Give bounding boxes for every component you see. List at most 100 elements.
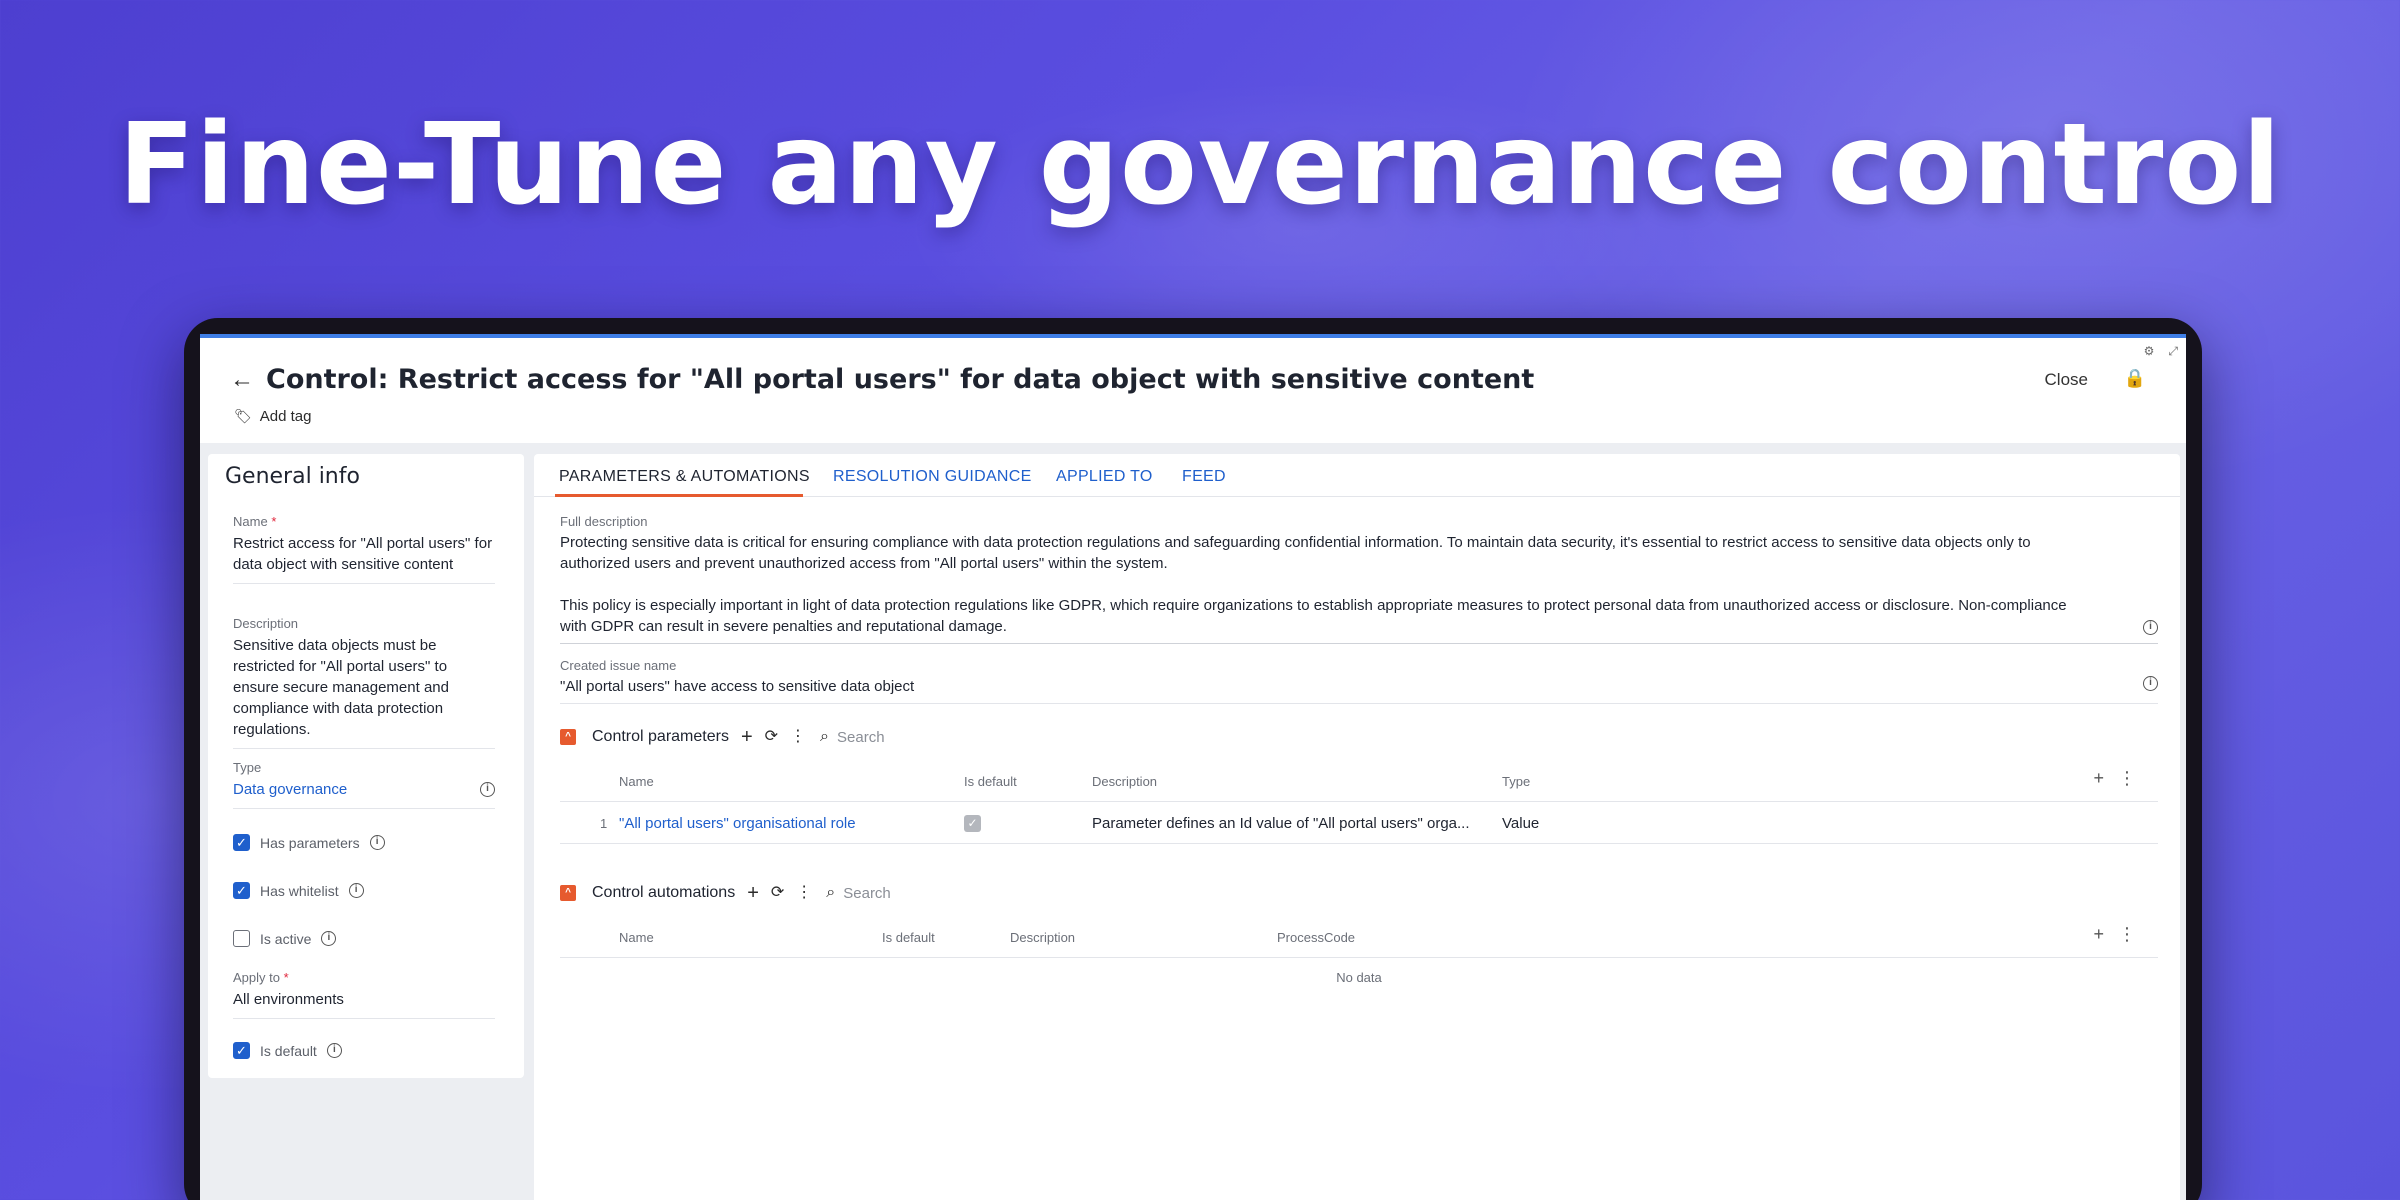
- is-active-checkbox[interactable]: [233, 930, 250, 947]
- close-button[interactable]: Close: [2045, 370, 2088, 390]
- table-header: Name Is default Description ProcessCode …: [560, 916, 2158, 958]
- type-label: Type: [233, 760, 262, 775]
- add-column-icon[interactable]: +: [2093, 768, 2104, 789]
- add-tag-label: Add tag: [259, 408, 312, 425]
- more-vertical-icon[interactable]: ⋮: [2118, 924, 2136, 945]
- parameter-name-link[interactable]: "All portal users" organisational role: [619, 815, 856, 832]
- is-default-checkbox[interactable]: ✓: [233, 1042, 250, 1059]
- column-header-process-code[interactable]: ProcessCode: [1277, 930, 1355, 945]
- full-description-paragraph-1: Protecting sensitive data is critical fo…: [560, 534, 2031, 572]
- parameters-search[interactable]: ⌕ Search: [820, 728, 885, 746]
- plus-icon[interactable]: +: [747, 883, 759, 903]
- type-field[interactable]: Type Data governance i: [233, 760, 495, 809]
- info-icon[interactable]: i: [2143, 676, 2158, 691]
- apply-to-field[interactable]: Apply to * All environments: [233, 970, 495, 1019]
- info-icon[interactable]: i: [369, 835, 385, 850]
- is-default-label: Is default: [260, 1042, 317, 1059]
- created-issue-field[interactable]: Created issue name "All portal users" ha…: [560, 658, 2158, 704]
- has-whitelist-checkbox[interactable]: ✓: [233, 882, 250, 899]
- control-automations-title: Control automations: [592, 884, 736, 901]
- apply-to-label: Apply to *: [233, 970, 289, 985]
- headline: Fine-Tune any governance control: [118, 100, 2282, 230]
- is-default-row: ✓ Is default i: [233, 1042, 342, 1059]
- info-icon[interactable]: i: [348, 883, 364, 898]
- control-automations-table: Name Is default Description ProcessCode …: [560, 916, 2158, 985]
- main-panel: PARAMETERS & AUTOMATIONS RESOLUTION GUID…: [534, 454, 2180, 1200]
- description-label: Description: [233, 616, 299, 631]
- expand-icon[interactable]: ⤢: [2168, 344, 2178, 359]
- automations-search-placeholder: Search: [843, 884, 891, 902]
- has-whitelist-row: ✓ Has whitelist i: [233, 882, 364, 899]
- is-active-label: Is active: [260, 930, 312, 947]
- refresh-icon[interactable]: ⟳: [771, 885, 784, 901]
- column-header-name[interactable]: Name: [619, 774, 654, 789]
- column-header-description[interactable]: Description: [1092, 774, 1157, 789]
- name-field[interactable]: Name * Restrict access for "All portal u…: [233, 514, 495, 584]
- back-arrow-icon[interactable]: ←: [230, 366, 254, 394]
- parameters-search-placeholder: Search: [837, 728, 885, 746]
- full-description-label: Full description: [560, 514, 648, 529]
- collapse-icon[interactable]: ^: [560, 885, 576, 901]
- control-automations-header: ^ Control automations + ⟳ ⋮ ⌕ Search: [560, 883, 891, 903]
- row-index: 1: [600, 816, 608, 831]
- is-default-checkbox: ✓: [964, 815, 981, 832]
- general-info-panel: General info Name * Restrict access for …: [208, 454, 524, 1078]
- plus-icon[interactable]: +: [741, 727, 753, 747]
- control-parameters-table: Name Is default Description Type + ⋮ 1 "…: [560, 760, 2158, 844]
- table-header: Name Is default Description Type + ⋮: [560, 760, 2158, 802]
- automations-search[interactable]: ⌕ Search: [826, 884, 891, 902]
- general-info-heading: General info: [225, 464, 360, 489]
- tab-resolution-guidance[interactable]: RESOLUTION GUIDANCE: [833, 468, 1032, 486]
- column-header-is-default[interactable]: Is default: [964, 774, 1017, 789]
- description-field[interactable]: Description Sensitive data objects must …: [233, 616, 495, 749]
- tag-icon: 🏷: [234, 408, 252, 424]
- tab-bar: PARAMETERS & AUTOMATIONS RESOLUTION GUID…: [534, 454, 2180, 497]
- info-icon[interactable]: i: [2143, 620, 2158, 635]
- column-header-is-default[interactable]: Is default: [882, 930, 935, 945]
- more-vertical-icon[interactable]: ⋮: [796, 885, 812, 901]
- info-icon[interactable]: i: [321, 931, 337, 946]
- has-parameters-label: Has parameters: [260, 834, 360, 851]
- add-column-icon[interactable]: +: [2093, 924, 2104, 945]
- collapse-icon[interactable]: ^: [560, 729, 576, 745]
- gear-icon[interactable]: ⚙: [2144, 344, 2155, 359]
- name-value: Restrict access for "All portal users" f…: [233, 535, 493, 573]
- created-issue-value: "All portal users" have access to sensit…: [560, 678, 915, 695]
- name-label: Name *: [233, 514, 277, 529]
- window-controls: ⚙ ⤢: [2144, 344, 2178, 359]
- tab-applied-to[interactable]: APPLIED TO: [1056, 468, 1153, 486]
- add-tag-button[interactable]: 🏷 Add tag: [234, 408, 312, 425]
- info-icon[interactable]: i: [480, 782, 495, 797]
- page-title: Control: Restrict access for "All portal…: [266, 364, 1535, 395]
- app-screen: ⚙ ⤢ ← Control: Restrict access for "All …: [200, 334, 2186, 1200]
- apply-to-value: All environments: [233, 991, 344, 1008]
- lock-icon[interactable]: 🔒: [2124, 368, 2146, 389]
- full-description-paragraph-2: This policy is especially important in l…: [560, 597, 2067, 635]
- type-value[interactable]: Data governance: [233, 779, 347, 800]
- parameter-type: Value: [1502, 815, 1540, 832]
- description-value: Sensitive data objects must be restricte…: [233, 637, 449, 738]
- column-header-description[interactable]: Description: [1010, 930, 1075, 945]
- search-icon: ⌕: [820, 728, 830, 745]
- has-parameters-row: ✓ Has parameters i: [233, 834, 385, 851]
- is-active-row: Is active i: [233, 930, 337, 947]
- created-issue-label: Created issue name: [560, 658, 677, 673]
- refresh-icon[interactable]: ⟳: [765, 729, 778, 745]
- more-vertical-icon[interactable]: ⋮: [2118, 768, 2136, 789]
- has-parameters-checkbox[interactable]: ✓: [233, 834, 250, 851]
- column-header-type[interactable]: Type: [1502, 774, 1530, 789]
- table-row[interactable]: 1 "All portal users" organisational role…: [560, 802, 2158, 844]
- tab-feed[interactable]: FEED: [1182, 468, 1226, 486]
- more-vertical-icon[interactable]: ⋮: [790, 729, 806, 745]
- top-bar: ⚙ ⤢ ← Control: Restrict access for "All …: [200, 338, 2186, 443]
- has-whitelist-label: Has whitelist: [260, 882, 339, 899]
- control-parameters-header: ^ Control parameters + ⟳ ⋮ ⌕ Search: [560, 727, 885, 747]
- control-parameters-title: Control parameters: [592, 728, 729, 745]
- info-icon[interactable]: i: [326, 1043, 342, 1058]
- parameter-description: Parameter defines an Id value of "All po…: [1092, 815, 1470, 832]
- tab-parameters-automations[interactable]: PARAMETERS & AUTOMATIONS: [559, 468, 810, 486]
- full-description-field[interactable]: Full description Protecting sensitive da…: [560, 514, 2158, 644]
- column-header-name[interactable]: Name: [619, 930, 654, 945]
- active-tab-indicator: [555, 494, 803, 497]
- empty-state: No data: [1336, 970, 1382, 985]
